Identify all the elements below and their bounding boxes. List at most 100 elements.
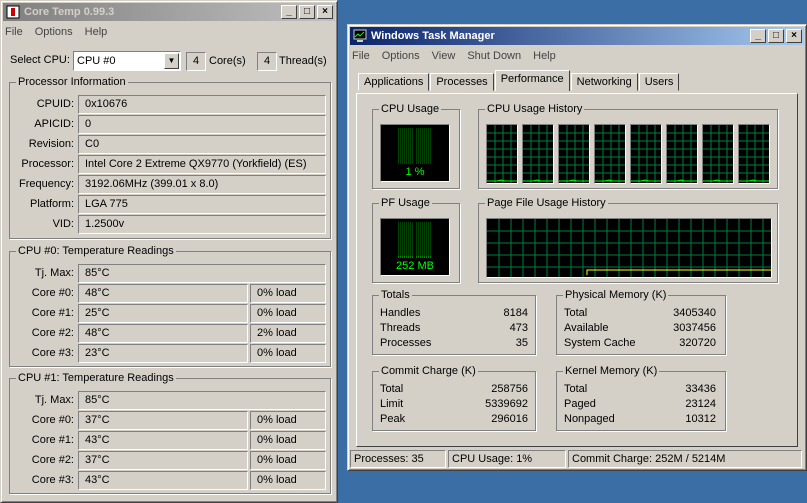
cpu-history-group: CPU Usage History: [478, 103, 778, 189]
stat-value: 3405340: [673, 307, 716, 319]
cpu-core-history-grid: [559, 125, 589, 183]
stat-label: Processes: [380, 337, 432, 349]
proc-info-value: 3192.06MHz (399.01 x 8.0): [78, 175, 326, 194]
proc-info-value: 0x10676: [78, 95, 326, 114]
menu-shut-down[interactable]: Shut Down: [467, 50, 521, 62]
proc-info-value: 1.2500v: [78, 215, 326, 234]
core-load-value: 0% load: [250, 431, 326, 450]
minimize-button[interactable]: _: [281, 5, 297, 19]
menu-file[interactable]: File: [352, 50, 370, 62]
menu-file[interactable]: File: [5, 26, 23, 38]
processor-info-title: Processor Information: [16, 76, 128, 88]
taskmgr-tabs: Applications Processes Performance Netwo…: [358, 70, 680, 91]
cpu-core-history-grid: [667, 125, 697, 183]
proc-info-label: APICID:: [34, 118, 74, 130]
coretemp-menubar: File Options Help: [1, 23, 337, 41]
proc-info-value: Intel Core 2 Extreme QX9770 (Yorkfield) …: [78, 155, 326, 174]
cpu-core-history-grid: [523, 125, 553, 183]
cores-label: Core(s): [209, 55, 246, 67]
cpu-usage-title: CPU Usage: [379, 103, 442, 115]
stat-label: System Cache: [564, 337, 636, 349]
coretemp-app-icon: [6, 5, 20, 19]
close-button[interactable]: ×: [317, 5, 333, 19]
select-cpu-label: Select CPU:: [10, 54, 70, 66]
cpu-core-history-graph: [702, 124, 734, 184]
cpu1-tjmax-label: Tj. Max:: [34, 394, 74, 406]
tab-applications[interactable]: Applications: [358, 73, 430, 91]
core-temp-value: 48°C: [78, 324, 248, 343]
cpu-usage-meter: 1 %: [380, 124, 450, 182]
menu-options[interactable]: Options: [35, 26, 73, 38]
tab-networking[interactable]: Networking: [570, 73, 638, 91]
cpu-core-history-graph: [522, 124, 554, 184]
stat-label: Peak: [380, 413, 406, 425]
proc-info-value: C0: [78, 135, 326, 154]
cpu-core-history-grid: [487, 125, 517, 183]
commit-charge-title: Commit Charge (K): [379, 365, 478, 377]
minimize-button[interactable]: _: [750, 29, 766, 43]
stat-label: Available: [564, 322, 609, 334]
menu-view[interactable]: View: [432, 50, 456, 62]
threads-label: Thread(s): [279, 55, 327, 67]
cpu-core-history-graph: [486, 124, 518, 184]
tab-processes[interactable]: Processes: [430, 73, 494, 91]
threads-count: 4: [257, 52, 277, 71]
pf-history-title: Page File Usage History: [485, 197, 608, 209]
close-button[interactable]: ×: [786, 29, 802, 43]
core-label: Core #2:: [31, 454, 74, 466]
menu-help[interactable]: Help: [85, 26, 108, 38]
cpu-core-history-graph: [594, 124, 626, 184]
stat-row: Limit 5339692: [380, 398, 528, 410]
stat-row: Handles 8184: [380, 307, 528, 319]
menu-options[interactable]: Options: [382, 50, 420, 62]
core-temp-value: 37°C: [78, 451, 248, 470]
pf-usage-group: PF Usage 252 MB: [372, 197, 460, 283]
stat-row: Nonpaged 10312: [564, 413, 716, 425]
maximize-button[interactable]: □: [299, 5, 315, 19]
totals-title: Totals: [379, 289, 412, 301]
core-load-value: 0% load: [250, 304, 326, 323]
kernel-memory-group: Kernel Memory (K) Total 33436 Paged 23124 No…: [556, 365, 726, 431]
core-temp-value: 23°C: [78, 344, 248, 363]
cpu0-temp-group: CPU #0: Temperature Readings Tj. Max: 85…: [9, 245, 331, 367]
stat-label: Total: [380, 383, 404, 395]
stat-row: Total 258756: [380, 383, 528, 395]
status-cpu-usage: CPU Usage: 1%: [448, 450, 566, 468]
totals-group: Totals Handles 8184 Threads 473 Processes 35: [372, 289, 536, 355]
coretemp-title: Core Temp 0.99.3: [24, 6, 115, 18]
maximize-button[interactable]: □: [768, 29, 784, 43]
proc-info-label: VID:: [52, 218, 74, 230]
proc-info-value: LGA 775: [78, 195, 326, 214]
cpu-core-history-graph: [666, 124, 698, 184]
proc-info-value: 0: [78, 115, 326, 134]
menu-help[interactable]: Help: [533, 50, 556, 62]
stat-row: Processes 35: [380, 337, 528, 349]
stat-value: 473: [509, 322, 528, 334]
coretemp-titlebar[interactable]: Core Temp 0.99.3 _ □ ×: [3, 3, 335, 21]
cpu-core-history-grid: [595, 125, 625, 183]
stat-value: 258756: [491, 383, 528, 395]
core-temp-value: 48°C: [78, 284, 248, 303]
core-load-value: 0% load: [250, 471, 326, 490]
cpu-select-value: CPU #0: [77, 55, 116, 67]
stat-row: Paged 23124: [564, 398, 716, 410]
stat-row: System Cache 320720: [564, 337, 716, 349]
tab-users[interactable]: Users: [638, 73, 680, 91]
stat-label: Handles: [380, 307, 421, 319]
stat-value: 10312: [685, 413, 716, 425]
chevron-down-icon[interactable]: ▼: [164, 53, 179, 69]
stat-value: 23124: [685, 398, 716, 410]
cpu1-temp-group: CPU #1: Temperature Readings Tj. Max: 85…: [9, 372, 331, 494]
cpu1-tjmax-value: 85°C: [78, 391, 326, 410]
core-label: Core #3:: [31, 474, 74, 486]
taskmgr-titlebar[interactable]: Windows Task Manager _ □ ×: [350, 27, 804, 45]
kernel-memory-title: Kernel Memory (K): [563, 365, 660, 377]
core-load-value: 2% load: [250, 324, 326, 343]
proc-info-label: Revision:: [28, 138, 74, 150]
tab-performance[interactable]: Performance: [494, 70, 570, 91]
taskmgr-title: Windows Task Manager: [371, 30, 495, 42]
taskmgr-window: Windows Task Manager _ □ × File Options …: [347, 24, 807, 471]
core-label: Core #0:: [31, 287, 74, 299]
cpu-select[interactable]: CPU #0 ▼: [73, 51, 181, 71]
stat-row: Peak 296016: [380, 413, 528, 425]
